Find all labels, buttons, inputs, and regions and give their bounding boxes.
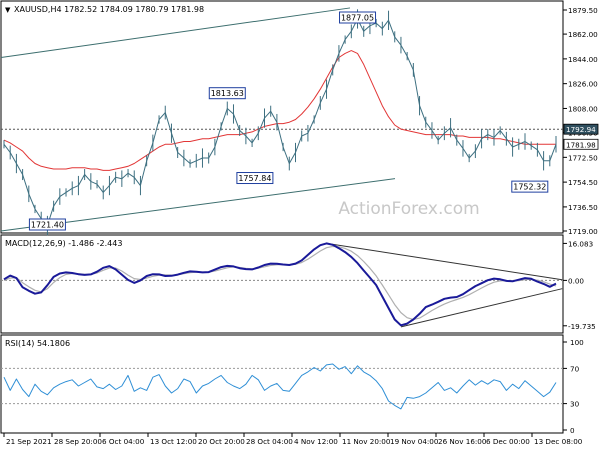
y-tick-label: 1736.50 [568,203,598,212]
x-tick-label: 20 Oct 20:00 [198,437,245,446]
macd-title: MACD(12,26,9) -1.486 -2.443 [5,239,122,248]
x-tick-label: 13 Dec 08:00 [534,437,583,446]
y-tick-label: -19.735 [568,322,596,331]
x-tick-label: 26 Nov 16:00 [438,437,487,446]
y-tick-label: 16.083 [568,239,593,248]
annotation-label: 1752.32 [513,183,546,192]
macd-y-axis: 16.083 0.00 -19.735 [563,239,596,331]
y-tick-label: 1754.50 [568,178,598,187]
watermark: ActionForex.com [338,199,479,219]
symbol-marker: ▼ [5,6,11,14]
x-tick-label: 11 Nov 20:00 [342,437,391,446]
y-tick-label: 1879.50 [568,6,598,15]
y-tick-label: 1808.00 [568,104,598,113]
y-tick-label: 1844.00 [568,55,598,64]
x-tick-label: 6 Oct 04:00 [102,437,145,446]
level-label: 1792.94 [566,125,596,134]
x-tick-label: 21 Sep 2021 [6,437,52,446]
y-tick-label: 70 [570,364,580,373]
annotation-label: 1757.84 [238,174,271,183]
y-tick-label: 1862.00 [568,30,598,39]
y-tick-label: 1772.50 [568,153,598,162]
x-tick-label: 28 Oct 04:00 [246,437,293,446]
y-tick-label: 1826.00 [568,80,598,89]
y-tick-label: 30 [570,400,580,409]
price-label: 1781.98 [566,140,596,149]
rsi-panel [0,334,564,434]
price-chart-title: XAUUSD,H4 1782.52 1784.09 1780.79 1781.9… [14,5,204,14]
time-x-axis: 21 Sep 2021 28 Sep 20:00 6 Oct 04:00 13 Oct… [3,433,583,446]
x-tick-label: 28 Sep 20:00 [54,437,102,446]
rsi-y-axis: 100 70 30 0 [563,338,584,435]
x-tick-label: 6 Dec 00:00 [486,437,530,446]
x-tick-label: 4 Nov 12:00 [294,437,338,446]
chart-canvas: ActionForex.com 1877.05 1813.63 1757.84 175… [0,0,600,450]
annotation-label: 1813.63 [211,89,244,98]
x-tick-label: 19 Nov 04:00 [390,437,439,446]
rsi-title: RSI(14) 54.1806 [5,339,70,348]
y-tick-label: 0 [570,426,575,435]
x-tick-label: 13 Oct 12:00 [150,437,197,446]
y-tick-label: 1719.00 [568,227,598,236]
y-tick-label: 0.00 [568,276,584,285]
price-y-axis: 1879.501862.001844.001826.001808.001790.… [563,6,599,236]
y-tick-label: 100 [570,338,584,347]
annotation-label: 1877.05 [341,14,374,23]
annotation-label: 1721.40 [31,221,64,230]
